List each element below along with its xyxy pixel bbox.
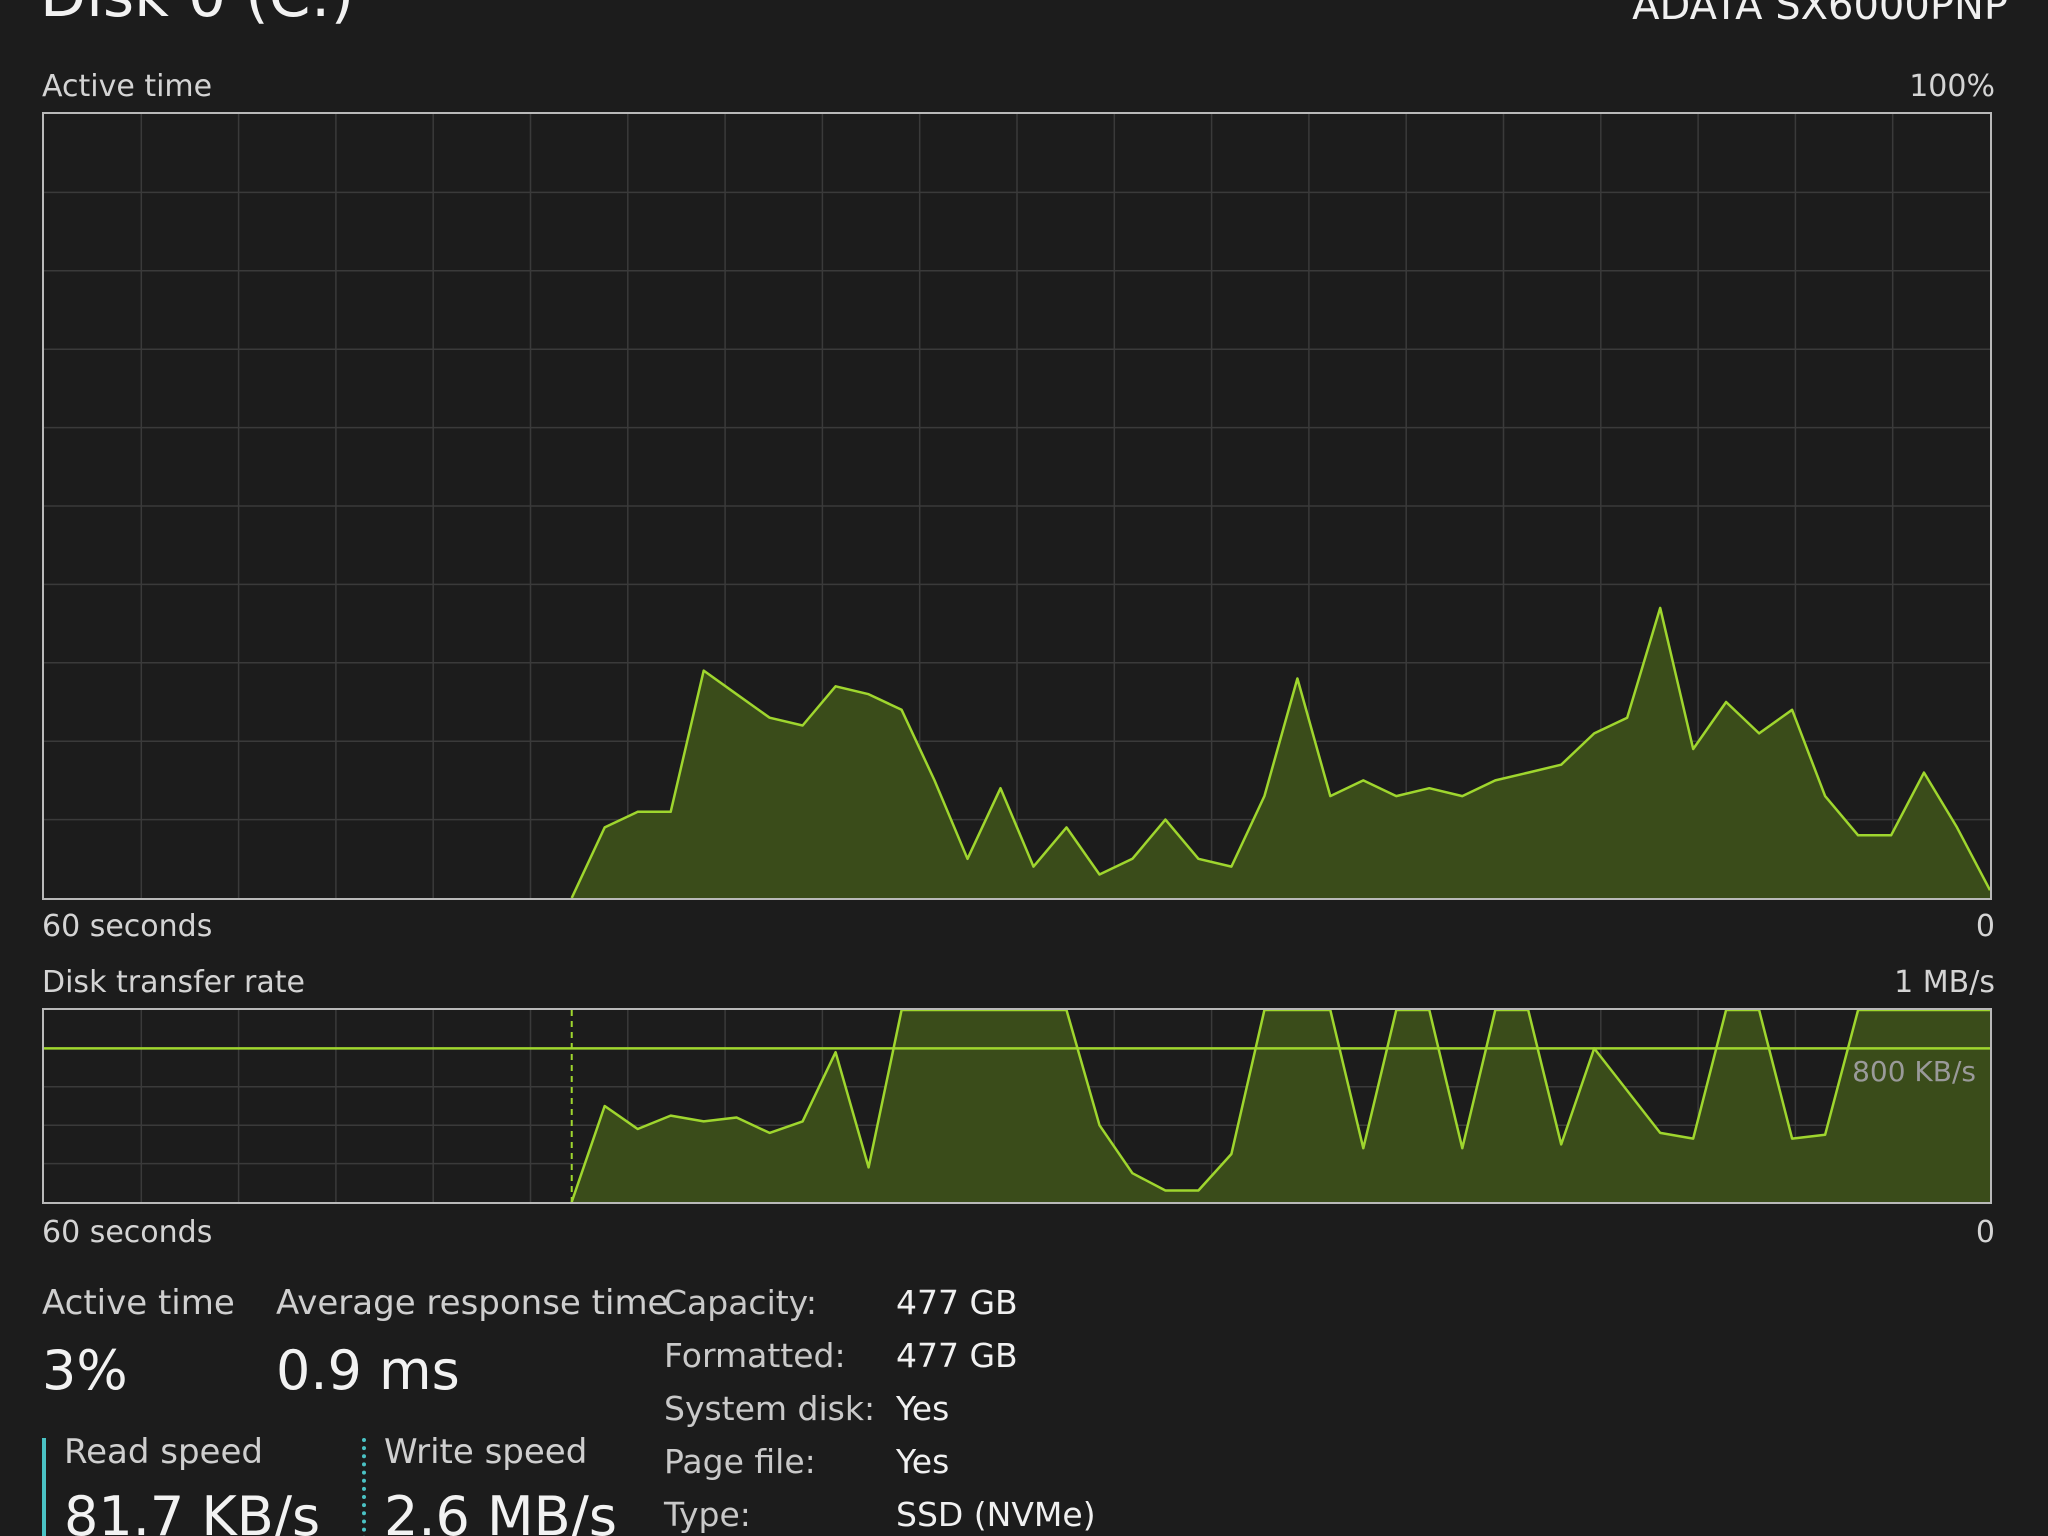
page-file-key: Page file: (664, 1442, 816, 1481)
active-time-max-label: 100% (1909, 69, 1995, 104)
write-speed-value: 2.6 MB/s (384, 1485, 618, 1536)
active-time-duration-label: 60 seconds (42, 909, 213, 944)
active-time-graph (42, 112, 1992, 900)
formatted-key: Formatted: (664, 1336, 846, 1375)
disk-model: ADATA SX6000PNP (1632, 0, 2008, 29)
avg-response-value: 0.9 ms (276, 1339, 460, 1402)
capacity-value: 477 GB (896, 1283, 1018, 1322)
transfer-rate-chart (44, 1010, 1990, 1202)
active-time-end-label: 0 (1975, 909, 1995, 944)
write-speed-indicator (362, 1438, 366, 1536)
disk-title: Disk 0 (C:) (40, 0, 354, 26)
transfer-reference-label: 800 KB/s (1852, 1055, 1976, 1088)
transfer-rate-graph: 800 KB/s (42, 1008, 1992, 1204)
active-time-chart (44, 114, 1990, 898)
transfer-rate-duration-label: 60 seconds (42, 1215, 213, 1250)
capacity-key: Capacity: (664, 1283, 817, 1322)
transfer-rate-graph-label: Disk transfer rate (42, 965, 305, 1000)
system-disk-key: System disk: (664, 1389, 876, 1428)
type-value: SSD (NVMe) (896, 1495, 1096, 1534)
transfer-rate-end-label: 0 (1975, 1215, 1995, 1250)
read-speed-indicator (42, 1438, 46, 1536)
active-time-stat-label: Active time (42, 1283, 235, 1323)
read-speed-value: 81.7 KB/s (64, 1485, 321, 1536)
active-time-graph-label: Active time (42, 69, 213, 104)
formatted-value: 477 GB (896, 1336, 1018, 1375)
system-disk-value: Yes (896, 1389, 950, 1428)
series-area (571, 607, 1990, 898)
transfer-rate-max-label: 1 MB/s (1894, 965, 1995, 1000)
page-file-value: Yes (896, 1442, 950, 1481)
active-time-stat-value: 3% (42, 1339, 128, 1402)
type-key: Type: (664, 1495, 751, 1534)
read-speed-label: Read speed (64, 1432, 263, 1472)
write-speed-label: Write speed (384, 1432, 588, 1472)
avg-response-label: Average response time (276, 1283, 669, 1323)
series-area (571, 1010, 1990, 1202)
